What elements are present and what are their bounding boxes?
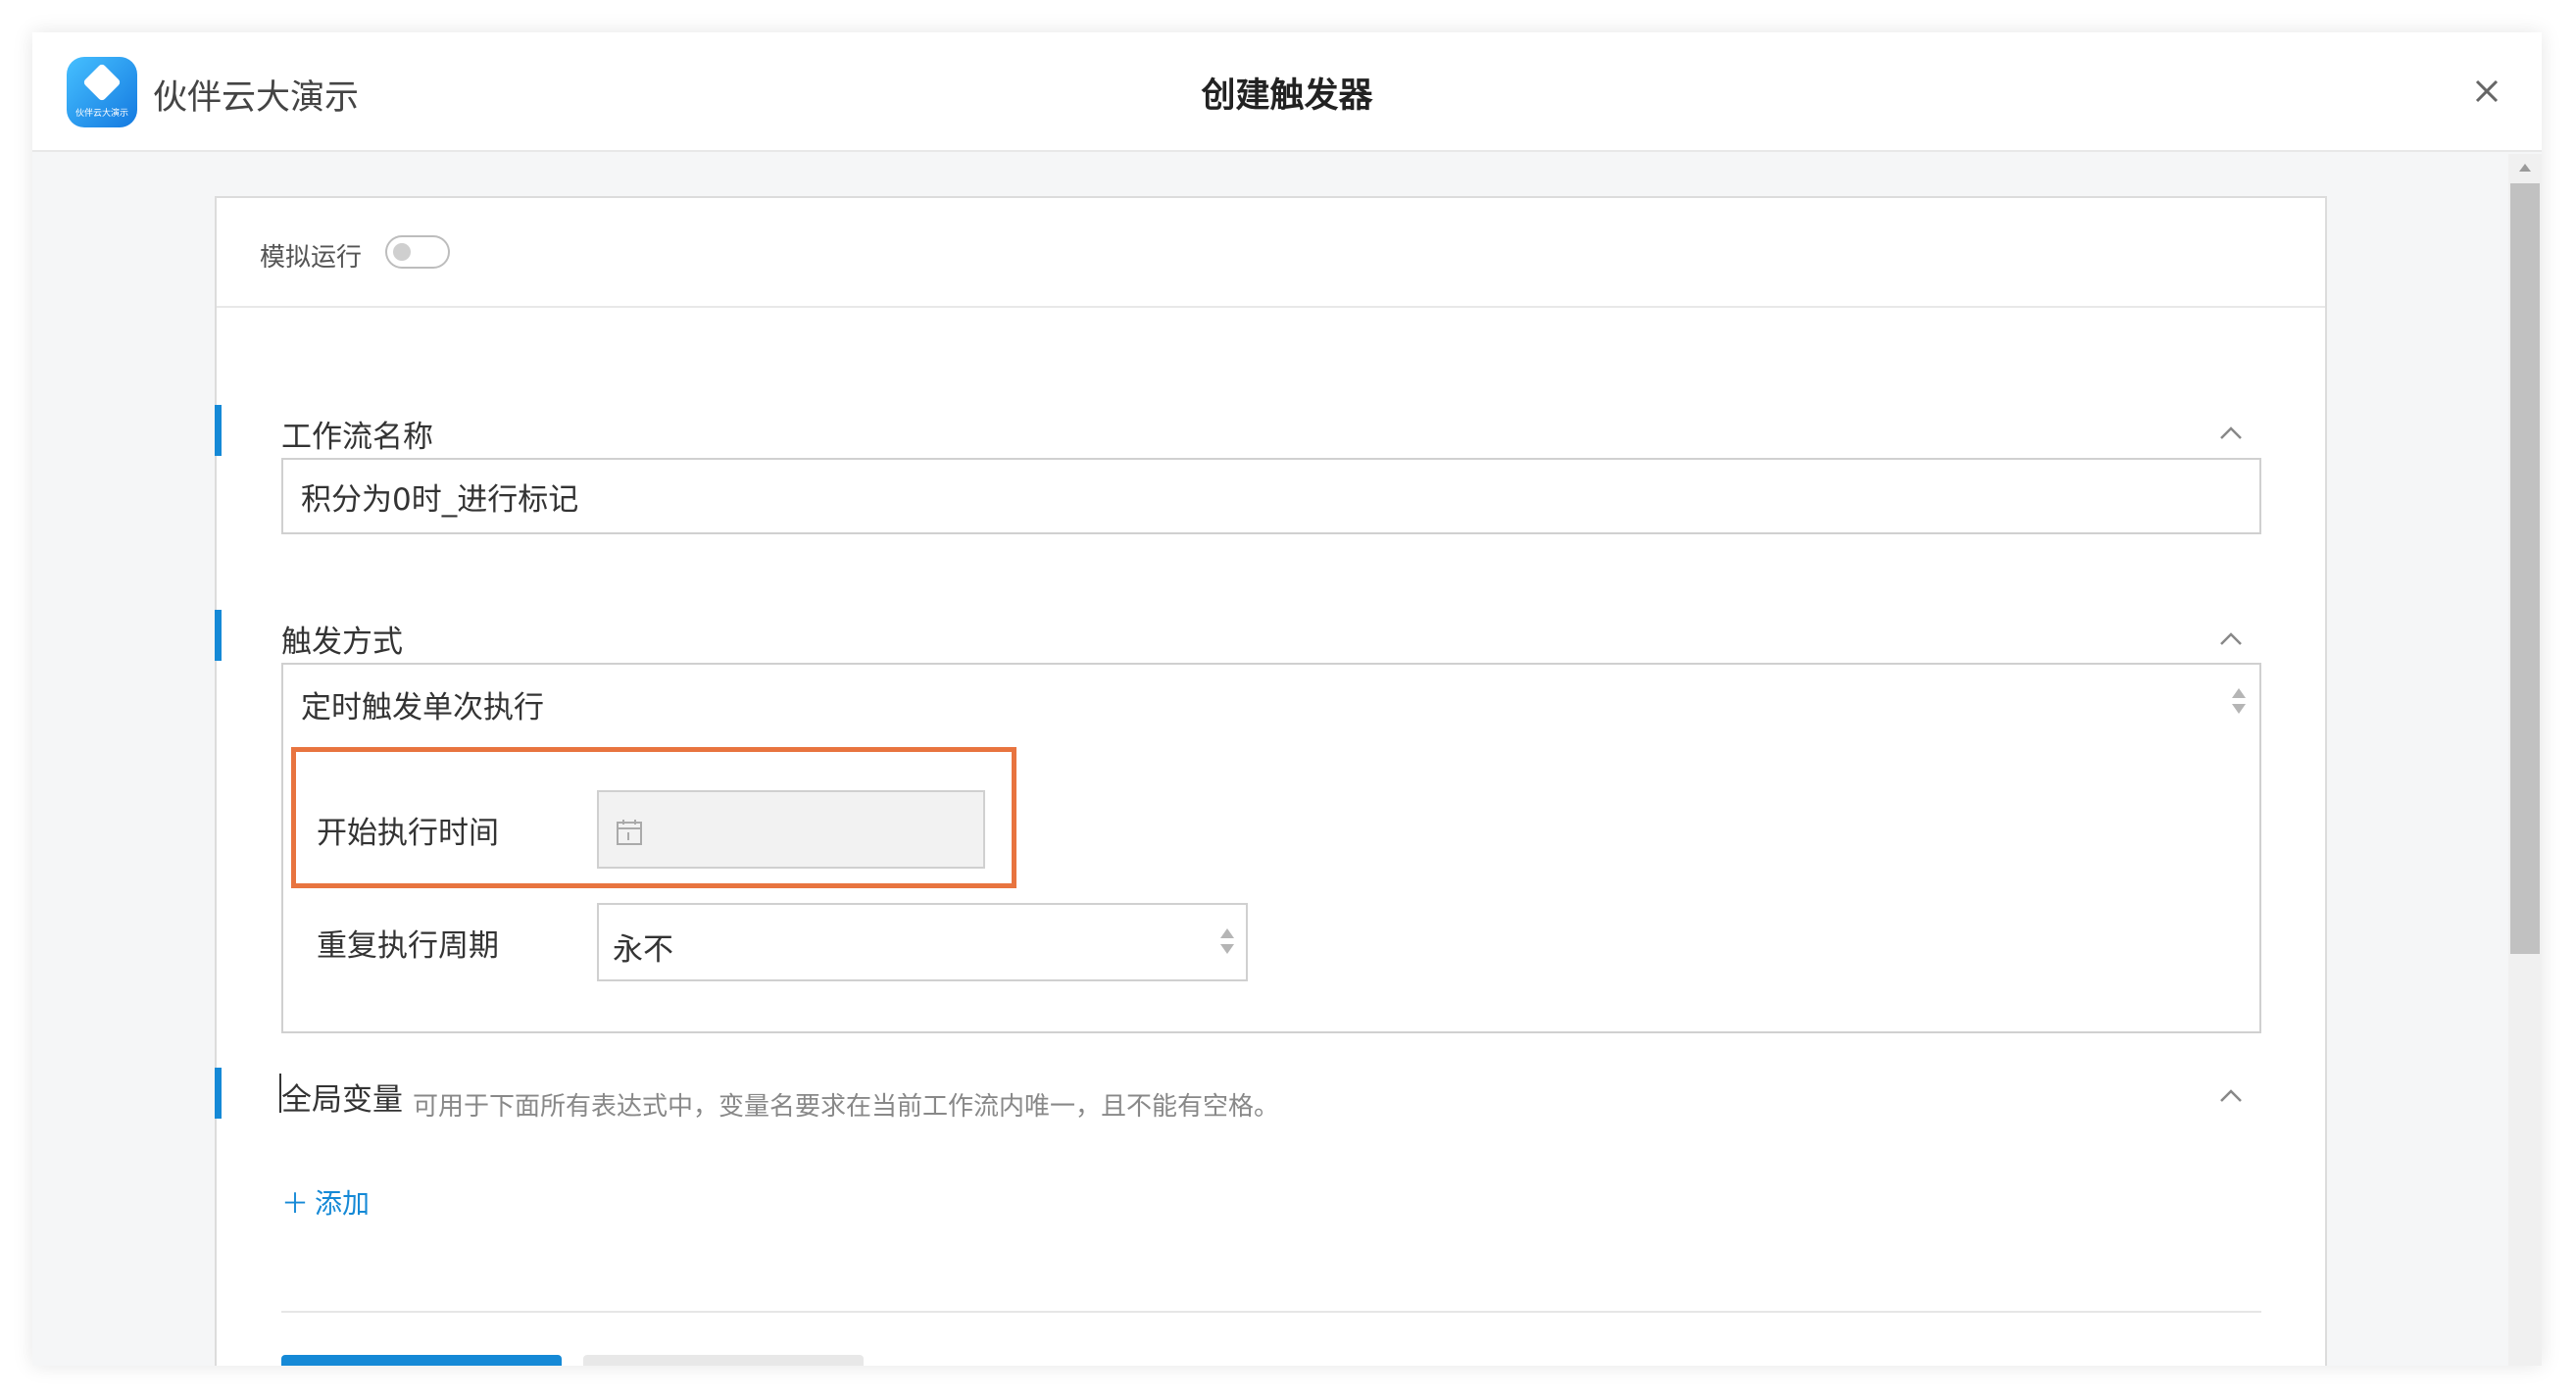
trigger-mode-value: 定时触发单次执行	[301, 690, 544, 725]
section-accent-bar	[215, 610, 222, 661]
cancel-button[interactable]: 取消	[583, 1355, 864, 1366]
plus-icon: ＋	[281, 1187, 310, 1220]
toggle-knob	[393, 243, 411, 261]
add-variable-link[interactable]: ＋添加	[281, 1182, 370, 1222]
logo-caption: 伙伴云大演示	[74, 109, 128, 119]
add-variable-label: 添加	[315, 1187, 371, 1220]
section-title-workflow-name: 工作流名称	[281, 420, 433, 455]
section-accent-bar	[215, 405, 222, 456]
save-button[interactable]: 保存	[281, 1355, 562, 1366]
chevron-up-icon[interactable]	[2216, 629, 2246, 649]
start-time-label: 开始执行时间	[317, 816, 499, 851]
app-logo: 伙伴云大演示	[67, 57, 137, 127]
global-vars-hint: 可用于下面所有表达式中，变量名要求在当前工作流内唯一，且不能有空格。	[413, 1092, 1280, 1122]
scroll-up-icon[interactable]	[2519, 164, 2531, 172]
scrollbar-thumb[interactable]	[2510, 183, 2540, 954]
trigger-settings-box: 开始执行时间 重复执行周期 永不	[281, 739, 2261, 1033]
select-arrows-icon	[1220, 928, 1234, 956]
divider	[217, 306, 2325, 308]
repeat-period-value: 永不	[613, 932, 673, 968]
simulation-label: 模拟运行	[260, 243, 363, 273]
divider	[281, 1311, 2261, 1313]
repeat-period-select[interactable]: 永不	[597, 903, 1248, 981]
vertical-scrollbar[interactable]	[2508, 154, 2542, 1366]
chevron-up-icon[interactable]	[2216, 424, 2246, 443]
trigger-form-panel: 模拟运行 工作流名称 触发方式 定时触发单次执行 开始执行时间	[215, 196, 2327, 1366]
start-time-input[interactable]	[597, 790, 985, 869]
calendar-icon	[617, 820, 642, 845]
section-accent-bar	[215, 1068, 222, 1119]
dialog-header: 伙伴云大演示 伙伴云大演示 创建触发器	[32, 32, 2542, 152]
repeat-label: 重复执行周期	[317, 928, 499, 964]
trigger-mode-select[interactable]: 定时触发单次执行	[281, 663, 2261, 741]
simulation-toggle[interactable]	[385, 235, 450, 269]
select-arrows-icon	[2232, 688, 2246, 716]
app-name: 伙伴云大演示	[153, 78, 360, 118]
chevron-up-icon[interactable]	[2216, 1086, 2246, 1106]
section-title-trigger-mode: 触发方式	[281, 625, 403, 660]
dialog-title: 创建触发器	[1201, 76, 1373, 116]
workflow-name-input[interactable]	[281, 458, 2261, 534]
logo-diamond-icon	[82, 63, 122, 102]
section-title-global-vars: 全局变量	[281, 1082, 403, 1118]
create-trigger-dialog: 伙伴云大演示 伙伴云大演示 创建触发器 模拟运行 工作流名称 触发方式	[32, 32, 2542, 1366]
close-icon[interactable]	[2467, 72, 2506, 111]
